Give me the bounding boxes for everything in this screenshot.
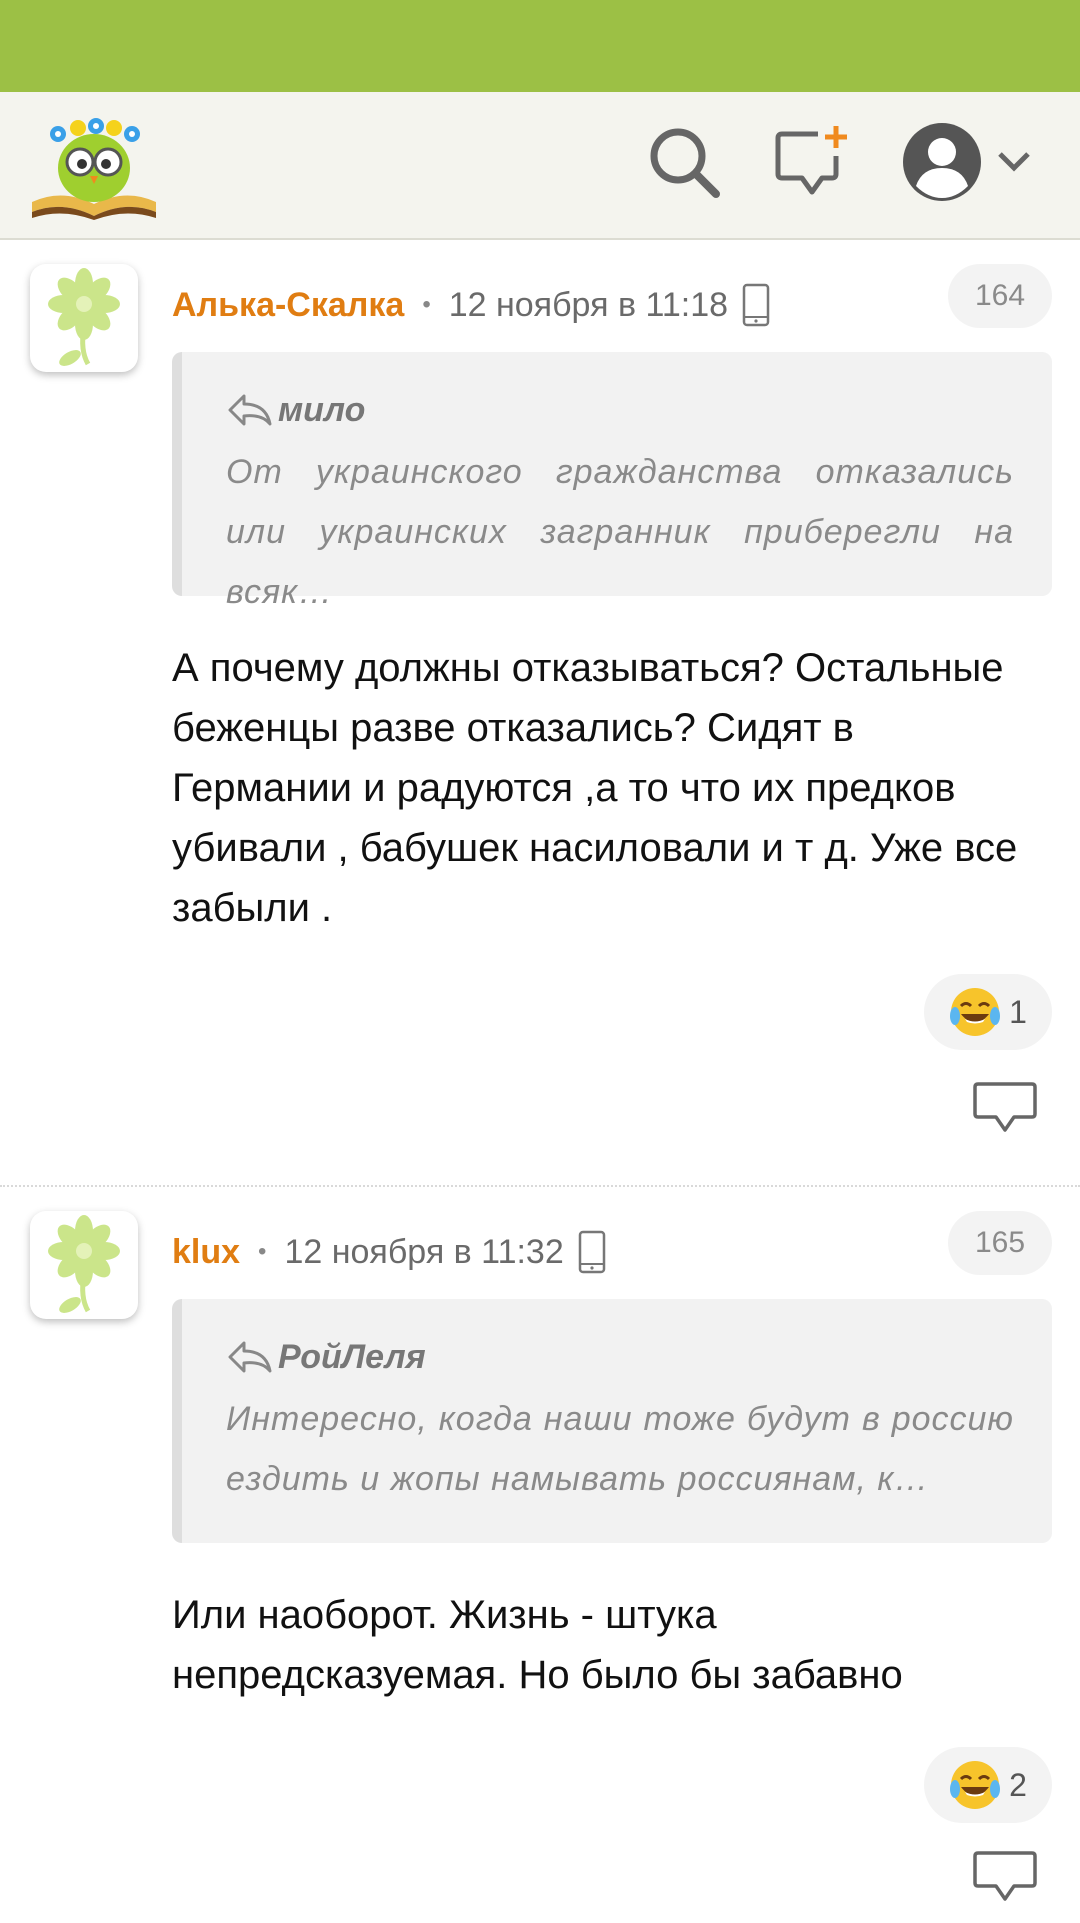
quote-text: Интересно, когда наши тоже будут в росси… (226, 1400, 1014, 1498)
mobile-phone-icon (742, 283, 770, 327)
quote-text: От украинского гражданства отказались ил… (226, 453, 1014, 611)
comment-164: Алька-Скалка • 12 ноября в 11:18 164 мил… (0, 240, 1080, 1185)
reply-comment-icon[interactable] (972, 1849, 1038, 1905)
comment-date: 12 ноября в 11:32 (284, 1232, 564, 1271)
quote-author: РойЛеля (278, 1337, 426, 1376)
comment-meta: klux • 12 ноября в 11:32 (172, 1227, 606, 1277)
laughing-tears-emoji-icon (950, 988, 1001, 1036)
comment-author[interactable]: klux (172, 1233, 240, 1272)
search-icon[interactable] (644, 122, 724, 202)
user-avatar-icon[interactable] (900, 118, 1050, 208)
user-avatar-flower-icon[interactable] (30, 264, 138, 372)
comment-165: klux • 12 ноября в 11:32 165 РойЛеля Инт… (0, 1185, 1080, 1923)
comment-meta: Алька-Скалка • 12 ноября в 11:18 (172, 280, 770, 330)
meta-separator: • (258, 1238, 267, 1265)
comment-date: 12 ноября в 11:18 (448, 285, 729, 324)
new-post-icon[interactable] (774, 122, 854, 202)
laughing-tears-emoji-icon (950, 1761, 1001, 1809)
chevron-down-icon (998, 152, 1030, 172)
quoted-comment[interactable]: РойЛеля Интересно, когда наши тоже будут… (172, 1299, 1052, 1543)
user-avatar-flower-icon[interactable] (30, 1211, 138, 1319)
quote-header: РойЛеля (226, 1333, 1014, 1381)
reaction-button[interactable]: 2 (924, 1747, 1052, 1823)
status-bar (0, 0, 1080, 92)
quote-author: мило (278, 390, 366, 429)
reply-comment-icon[interactable] (972, 1080, 1038, 1136)
mobile-phone-icon (578, 1230, 605, 1274)
comment-number[interactable]: 164 (948, 264, 1052, 328)
reply-arrow-icon (228, 394, 272, 426)
top-bar (0, 92, 1080, 240)
comment-text: А почему должны отказываться? Остальные … (172, 646, 1018, 930)
meta-separator: • (422, 291, 431, 318)
comment-text: Или наоборот. Жизнь - штука непредсказуе… (172, 1593, 903, 1697)
comment-number[interactable]: 165 (948, 1211, 1052, 1275)
quote-header: мило (226, 386, 1014, 434)
quoted-comment[interactable]: мило От украинского гражданства отказали… (172, 352, 1052, 611)
reaction-count: 1 (1009, 993, 1027, 1030)
reaction-count: 2 (1009, 1766, 1027, 1803)
reaction-button[interactable]: 1 (924, 974, 1052, 1050)
logo-owl-icon[interactable] (28, 112, 160, 220)
reply-arrow-icon (228, 1341, 272, 1373)
comment-author[interactable]: Алька-Скалка (172, 286, 404, 325)
